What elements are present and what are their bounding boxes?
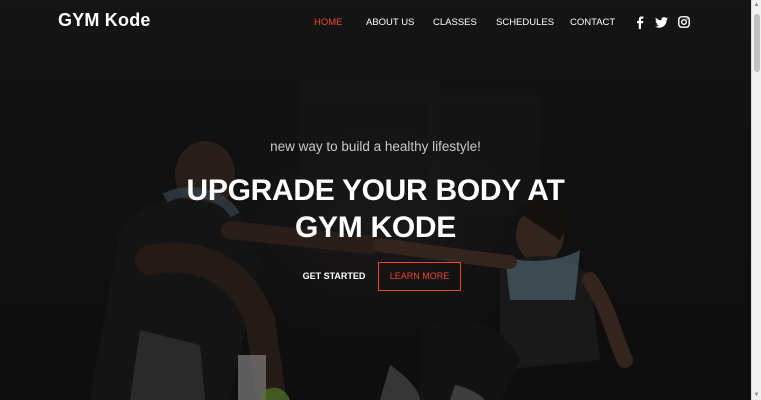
brand-logo[interactable]: GYM Kode xyxy=(58,10,151,31)
nav-item-home[interactable]: HOME xyxy=(314,17,343,28)
nav-item-contact[interactable]: CONTACT xyxy=(570,17,615,28)
twitter-icon[interactable] xyxy=(654,15,668,29)
nav-item-about-us[interactable]: ABOUT US xyxy=(366,17,414,28)
hero-tagline: new way to build a healthy lifestyle! xyxy=(270,139,481,154)
scroll-up-arrow-icon[interactable]: ▲ xyxy=(752,0,761,10)
hero-headline: UPGRADE YOUR BODY AT GYM KODE xyxy=(186,174,565,244)
nav-item-classes[interactable]: CLASSES xyxy=(433,17,477,28)
page-scrollbar[interactable]: ▲ ▼ xyxy=(751,0,761,400)
learn-more-button[interactable]: LEARN MORE xyxy=(378,262,461,291)
scroll-down-arrow-icon[interactable]: ▼ xyxy=(752,390,761,400)
scrollbar-thumb[interactable] xyxy=(754,14,760,72)
nav-item-schedules[interactable]: SCHEDULES xyxy=(496,17,554,28)
hero-section: GYM Kode HOME ABOUT US CLASSES SCHEDULES… xyxy=(0,0,751,400)
instagram-icon[interactable] xyxy=(677,15,691,29)
facebook-icon[interactable] xyxy=(633,15,647,29)
get-started-button[interactable]: GET STARTED xyxy=(296,262,372,290)
